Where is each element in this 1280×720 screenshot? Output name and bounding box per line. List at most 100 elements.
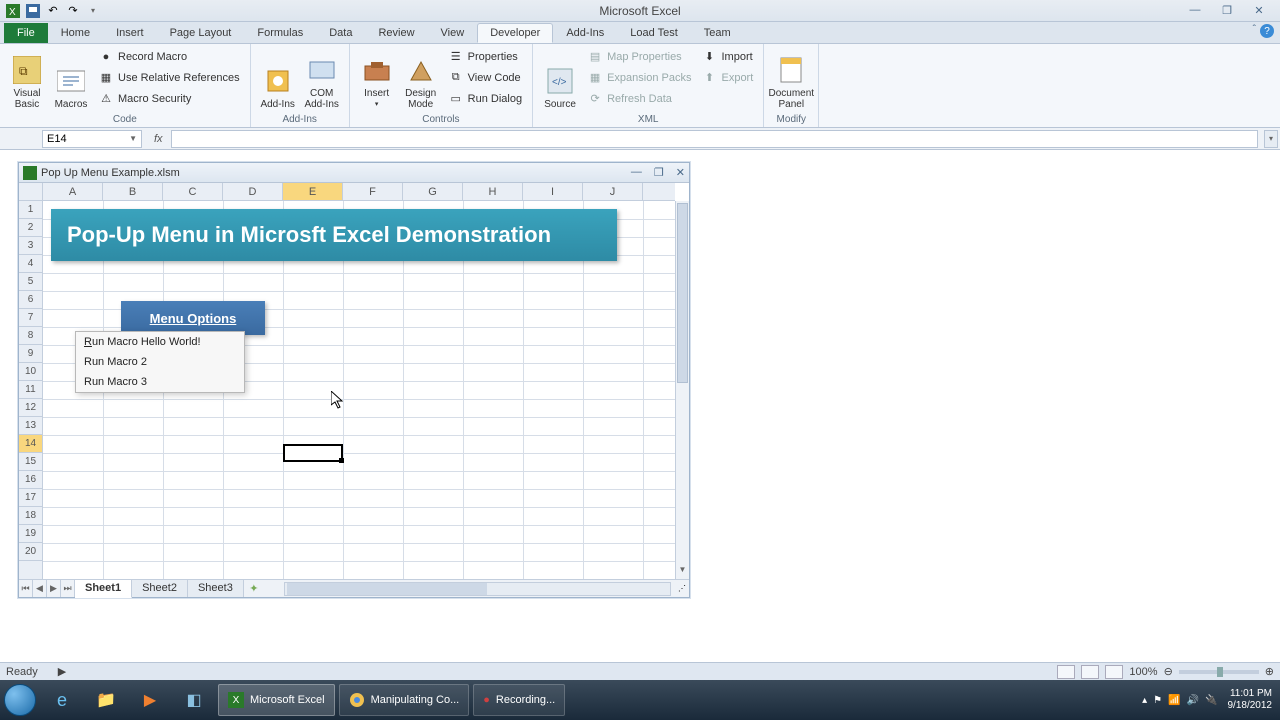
sheet-nav-next[interactable]: ▶ <box>47 580 61 597</box>
row-header-19[interactable]: 19 <box>19 525 42 543</box>
row-header-10[interactable]: 10 <box>19 363 42 381</box>
tab-load-test[interactable]: Load Test <box>617 23 691 43</box>
addins-button[interactable]: Add-Ins <box>257 46 299 112</box>
view-code-button[interactable]: ⧉View Code <box>444 67 526 88</box>
name-box[interactable]: E14 ▼ <box>42 130 142 148</box>
tab-team[interactable]: Team <box>691 23 744 43</box>
taskbar-ie[interactable]: e <box>42 684 82 716</box>
view-pagebreak-button[interactable] <box>1105 665 1123 679</box>
row-header-14[interactable]: 14 <box>19 435 42 453</box>
menu-options-button[interactable]: Menu Options <box>121 301 265 335</box>
cells-area[interactable]: Pop-Up Menu in Microsft Excel Demonstrat… <box>43 201 675 579</box>
taskbar-chrome[interactable]: Manipulating Co... <box>339 684 470 716</box>
taskbar-recorder[interactable]: ●Recording... <box>473 684 565 716</box>
ribbon-minimize-icon[interactable]: ˆ <box>1253 24 1256 38</box>
wb-maximize-button[interactable]: ❐ <box>654 166 664 179</box>
import-button[interactable]: ⬇Import <box>697 46 757 67</box>
macro-record-status-icon[interactable]: ▶ <box>58 665 66 678</box>
document-panel-button[interactable]: Document Panel <box>770 46 812 112</box>
col-header-A[interactable]: A <box>43 183 103 200</box>
row-header-1[interactable]: 1 <box>19 201 42 219</box>
row-header-4[interactable]: 4 <box>19 255 42 273</box>
workbook-titlebar[interactable]: Pop Up Menu Example.xlsm — ❐ ✕ <box>19 163 689 183</box>
zoom-slider[interactable] <box>1179 670 1259 674</box>
select-all-corner[interactable] <box>19 183 43 201</box>
sheet-tab-3[interactable]: Sheet3 <box>188 580 244 597</box>
sheet-tab-2[interactable]: Sheet2 <box>132 580 188 597</box>
sheet-nav-first[interactable]: ⏮ <box>19 580 33 597</box>
col-header-E[interactable]: E <box>283 183 343 200</box>
help-icon[interactable]: ? <box>1260 24 1274 38</box>
tab-add-ins[interactable]: Add-Ins <box>553 23 617 43</box>
col-header-G[interactable]: G <box>403 183 463 200</box>
col-header-D[interactable]: D <box>223 183 283 200</box>
design-mode-button[interactable]: Design Mode <box>400 46 442 112</box>
taskbar-excel[interactable]: XMicrosoft Excel <box>218 684 335 716</box>
tab-file[interactable]: File <box>4 23 48 43</box>
col-header-B[interactable]: B <box>103 183 163 200</box>
record-macro-button[interactable]: ●Record Macro <box>94 46 244 67</box>
row-header-17[interactable]: 17 <box>19 489 42 507</box>
start-button[interactable] <box>0 680 40 720</box>
tray-network-icon[interactable]: 📶 <box>1168 695 1180 706</box>
row-header-2[interactable]: 2 <box>19 219 42 237</box>
tab-view[interactable]: View <box>428 23 478 43</box>
view-normal-button[interactable] <box>1057 665 1075 679</box>
selected-cell[interactable] <box>283 444 343 462</box>
tab-page-layout[interactable]: Page Layout <box>157 23 245 43</box>
clock[interactable]: 11:01 PM 9/18/2012 <box>1228 688 1273 712</box>
tray-power-icon[interactable]: 🔌 <box>1205 695 1217 706</box>
popup-item-3[interactable]: Run Macro 3 <box>76 372 244 392</box>
wb-close-button[interactable]: ✕ <box>676 166 685 179</box>
taskbar-media[interactable]: ▶ <box>130 684 170 716</box>
close-button[interactable]: ✕ <box>1250 4 1268 17</box>
row-header-20[interactable]: 20 <box>19 543 42 561</box>
formula-input[interactable] <box>171 130 1258 148</box>
row-header-9[interactable]: 9 <box>19 345 42 363</box>
row-header-16[interactable]: 16 <box>19 471 42 489</box>
undo-icon[interactable]: ↶ <box>44 2 62 20</box>
new-sheet-button[interactable]: ✦ <box>244 582 264 595</box>
zoom-level[interactable]: 100% <box>1129 666 1157 678</box>
tab-review[interactable]: Review <box>365 23 427 43</box>
resize-grip[interactable]: ⋰ <box>675 584 689 593</box>
wb-minimize-button[interactable]: — <box>631 166 642 179</box>
row-header-5[interactable]: 5 <box>19 273 42 291</box>
relative-references-button[interactable]: ▦Use Relative References <box>94 67 244 88</box>
formula-expand-icon[interactable]: ▾ <box>1264 130 1278 148</box>
row-header-11[interactable]: 11 <box>19 381 42 399</box>
visual-basic-button[interactable]: ⧉ Visual Basic <box>6 46 48 112</box>
taskbar-explorer[interactable]: 📁 <box>86 684 126 716</box>
qat-customize-icon[interactable]: ▾ <box>84 2 102 20</box>
tab-data[interactable]: Data <box>316 23 365 43</box>
popup-item-1[interactable]: Run Macro Hello World! <box>76 332 244 352</box>
excel-app-icon[interactable]: X <box>4 2 22 20</box>
scroll-down-icon[interactable]: ▼ <box>676 565 689 579</box>
macro-security-button[interactable]: ⚠Macro Security <box>94 88 244 109</box>
col-header-H[interactable]: H <box>463 183 523 200</box>
zoom-knob[interactable] <box>1217 667 1223 677</box>
tab-formulas[interactable]: Formulas <box>244 23 316 43</box>
vscroll-thumb[interactable] <box>677 203 688 383</box>
taskbar-app[interactable]: ◧ <box>174 684 214 716</box>
macros-button[interactable]: Macros <box>50 46 92 112</box>
row-header-15[interactable]: 15 <box>19 453 42 471</box>
row-header-7[interactable]: 7 <box>19 309 42 327</box>
sheet-nav-last[interactable]: ⏭ <box>61 580 75 597</box>
sheet-nav-prev[interactable]: ◀ <box>33 580 47 597</box>
redo-icon[interactable]: ↷ <box>64 2 82 20</box>
col-header-C[interactable]: C <box>163 183 223 200</box>
col-header-I[interactable]: I <box>523 183 583 200</box>
row-header-13[interactable]: 13 <box>19 417 42 435</box>
tab-home[interactable]: Home <box>48 23 103 43</box>
row-header-8[interactable]: 8 <box>19 327 42 345</box>
view-layout-button[interactable] <box>1081 665 1099 679</box>
tray-show-hidden-icon[interactable]: ▴ <box>1142 695 1147 706</box>
save-icon[interactable] <box>24 2 42 20</box>
tab-developer[interactable]: Developer <box>477 23 553 43</box>
horizontal-scrollbar[interactable] <box>284 582 671 596</box>
row-header-18[interactable]: 18 <box>19 507 42 525</box>
fx-label[interactable]: fx <box>146 133 171 145</box>
hscroll-thumb[interactable] <box>287 583 487 595</box>
vertical-scrollbar[interactable]: ▲ ▼ <box>675 201 689 579</box>
